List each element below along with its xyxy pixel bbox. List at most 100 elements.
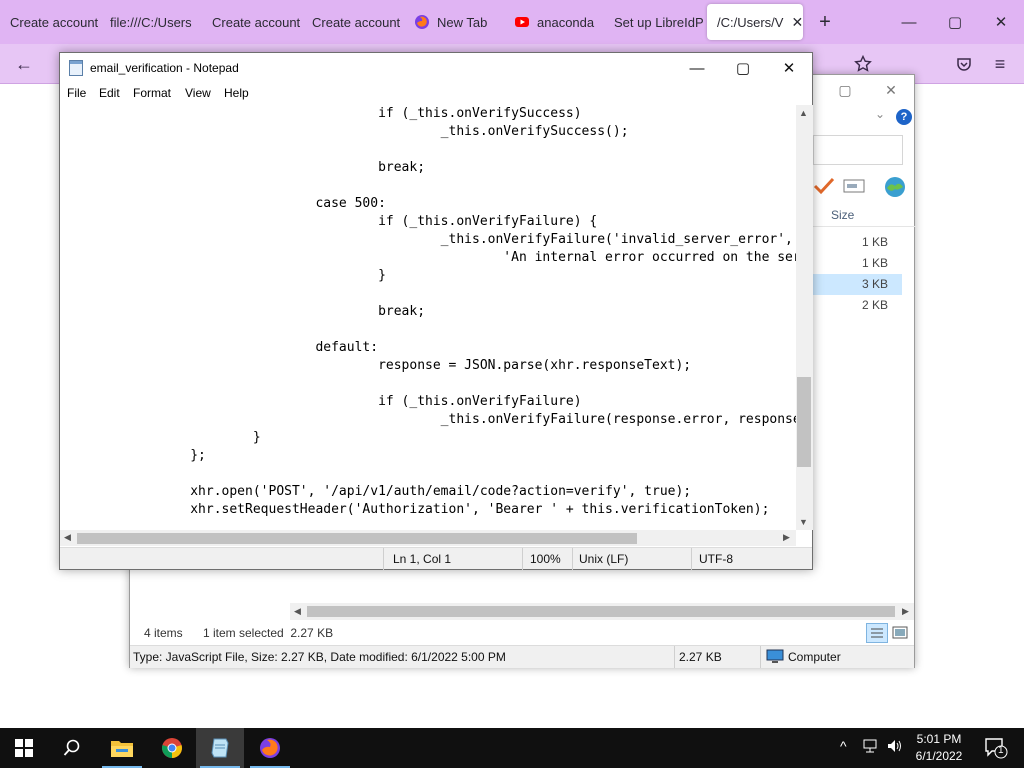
windows-taskbar: ^ 5:01 PM 6/1/2022 1 (0, 728, 1024, 768)
menu-hamburger-icon[interactable]: ≡ (986, 50, 1014, 78)
file-size-cell[interactable]: 2 KB (813, 295, 902, 316)
explorer-close-button[interactable]: ✕ (868, 75, 914, 105)
browser-tab[interactable]: file:///C:/Users (100, 4, 200, 40)
browser-tab[interactable]: Create account (302, 4, 402, 40)
firefox-icon (414, 14, 430, 30)
taskbar-notepad[interactable] (196, 728, 244, 768)
browser-tab-bar: Create account file:///C:/Users Create a… (0, 0, 1024, 44)
scroll-left-arrow[interactable]: ◀ (294, 606, 301, 617)
show-hidden-icons-chevron-icon[interactable]: ^ (840, 738, 847, 754)
menu-format[interactable]: Format (133, 86, 171, 100)
notepad-icon (69, 60, 83, 76)
file-size-cell[interactable]: 1 KB (813, 253, 902, 274)
clock-date: 6/1/2022 (915, 749, 963, 763)
maximize-button[interactable]: ▢ (720, 53, 766, 83)
new-tab-button[interactable]: + (802, 0, 848, 44)
explorer-toolbar (813, 175, 916, 201)
zoom-level: 100% (530, 552, 561, 566)
menu-help[interactable]: Help (224, 86, 249, 100)
computer-icon (766, 649, 784, 668)
file-size-cell[interactable]: 1 KB (813, 232, 902, 253)
close-button[interactable]: ✕ (766, 53, 812, 83)
minimize-button[interactable]: — (674, 53, 720, 83)
browser-tab[interactable]: Create account (0, 4, 100, 40)
notepad-window: email_verification - Notepad — ▢ ✕ File … (59, 52, 813, 570)
vertical-scrollbar[interactable]: ▲ ▼ (796, 105, 813, 530)
notepad-status-bar: Ln 1, Col 1 100% Unix (LF) UTF-8 (60, 547, 812, 570)
browser-tab[interactable]: anaconda (504, 4, 604, 40)
firefox-icon (260, 738, 280, 758)
window-title: email_verification - Notepad (90, 61, 239, 75)
file-size-cell-selected[interactable]: 3 KB (813, 274, 902, 295)
scroll-left-arrow[interactable]: ◀ (64, 532, 71, 543)
scrollbar-thumb[interactable] (307, 606, 895, 617)
volume-icon[interactable] (886, 738, 904, 757)
tab-label: Set up LibreIdP (614, 14, 704, 30)
check-icon[interactable] (813, 175, 835, 200)
explorer-details-bar: Type: JavaScript File, Size: 2.27 KB, Da… (130, 645, 914, 668)
scroll-up-arrow[interactable]: ▲ (799, 108, 808, 118)
start-icon (15, 739, 33, 757)
items-count: 4 items (144, 626, 183, 640)
notification-count: 1 (998, 745, 1004, 756)
scroll-right-arrow[interactable]: ▶ (902, 606, 909, 617)
taskbar-firefox[interactable] (246, 728, 294, 768)
tab-label: file:///C:/Users (110, 14, 192, 30)
encoding: UTF-8 (699, 552, 733, 566)
cursor-position: Ln 1, Col 1 (393, 552, 452, 566)
network-icon[interactable] (862, 738, 880, 757)
notepad-title-bar[interactable]: email_verification - Notepad — ▢ ✕ (60, 53, 812, 83)
menu-view[interactable]: View (185, 86, 211, 100)
selected-info: 1 item selected 2.27 KB (203, 626, 334, 640)
taskbar-file-explorer[interactable] (98, 728, 146, 768)
back-icon[interactable]: ← (10, 50, 38, 78)
browser-tab[interactable]: Set up LibreIdP (604, 4, 706, 40)
chrome-icon (162, 738, 182, 758)
taskbar-chrome[interactable] (148, 728, 196, 768)
notification-center-icon[interactable]: 1 (984, 737, 1008, 762)
browser-tab[interactable]: Create account (202, 4, 302, 40)
tab-label: New Tab (437, 14, 488, 30)
browser-minimize-button[interactable]: — (886, 0, 932, 44)
system-clock[interactable]: 5:01 PM 6/1/2022 (908, 731, 970, 765)
scrollbar-thumb[interactable] (77, 533, 637, 544)
scrollbar-thumb[interactable] (797, 377, 811, 467)
menu-file[interactable]: File (67, 86, 86, 100)
location-label: Computer (788, 650, 841, 664)
explorer-horizontal-scrollbar[interactable]: ◀ ▶ (290, 603, 914, 620)
line-endings: Unix (LF) (579, 552, 629, 566)
file-details-text: Type: JavaScript File, Size: 2.27 KB, Da… (133, 650, 506, 664)
chevron-down-icon[interactable]: ⌄ (875, 107, 885, 121)
help-icon[interactable]: ? (896, 109, 912, 125)
browser-tab-active[interactable]: /C:/Users/V ✕ (707, 4, 803, 40)
tab-label: Create account (10, 14, 99, 30)
globe-icon[interactable] (883, 175, 907, 202)
code-text: if (_this.onVerifySuccess) _this.onVerif… (190, 106, 796, 517)
horizontal-scrollbar[interactable]: ◀ ▶ (60, 530, 796, 546)
scroll-down-arrow[interactable]: ▼ (799, 517, 808, 527)
menu-edit[interactable]: Edit (99, 86, 120, 100)
size-header-label: Size (831, 208, 855, 222)
tab-label: anaconda (537, 14, 595, 30)
notepad-menu-bar: File Edit Format View Help (60, 83, 812, 103)
start-button[interactable] (0, 728, 48, 768)
search-button[interactable] (48, 728, 96, 768)
browser-close-button[interactable]: ✕ (978, 0, 1024, 44)
explorer-maximize-button[interactable]: ▢ (822, 75, 868, 105)
rename-icon[interactable] (843, 179, 865, 196)
browser-maximize-button[interactable]: ▢ (932, 0, 978, 44)
search-icon (63, 739, 80, 756)
column-header-size[interactable]: Size (813, 203, 916, 227)
tab-label: /C:/Users/V (717, 14, 784, 30)
pocket-icon[interactable] (950, 50, 978, 78)
explorer-status-bar: 4 items 1 item selected 2.27 KB (130, 623, 914, 645)
explorer-search-input[interactable] (813, 135, 903, 165)
file-details-size: 2.27 KB (679, 650, 722, 664)
tab-label: Create account (312, 14, 401, 30)
details-view-button[interactable] (866, 623, 888, 643)
scroll-right-arrow[interactable]: ▶ (783, 532, 790, 543)
tab-label: Create account (212, 14, 301, 30)
text-editor-area[interactable]: if (_this.onVerifySuccess) _this.onVerif… (60, 105, 796, 530)
large-icons-view-button[interactable] (892, 625, 908, 644)
browser-tab[interactable]: New Tab (404, 4, 504, 40)
